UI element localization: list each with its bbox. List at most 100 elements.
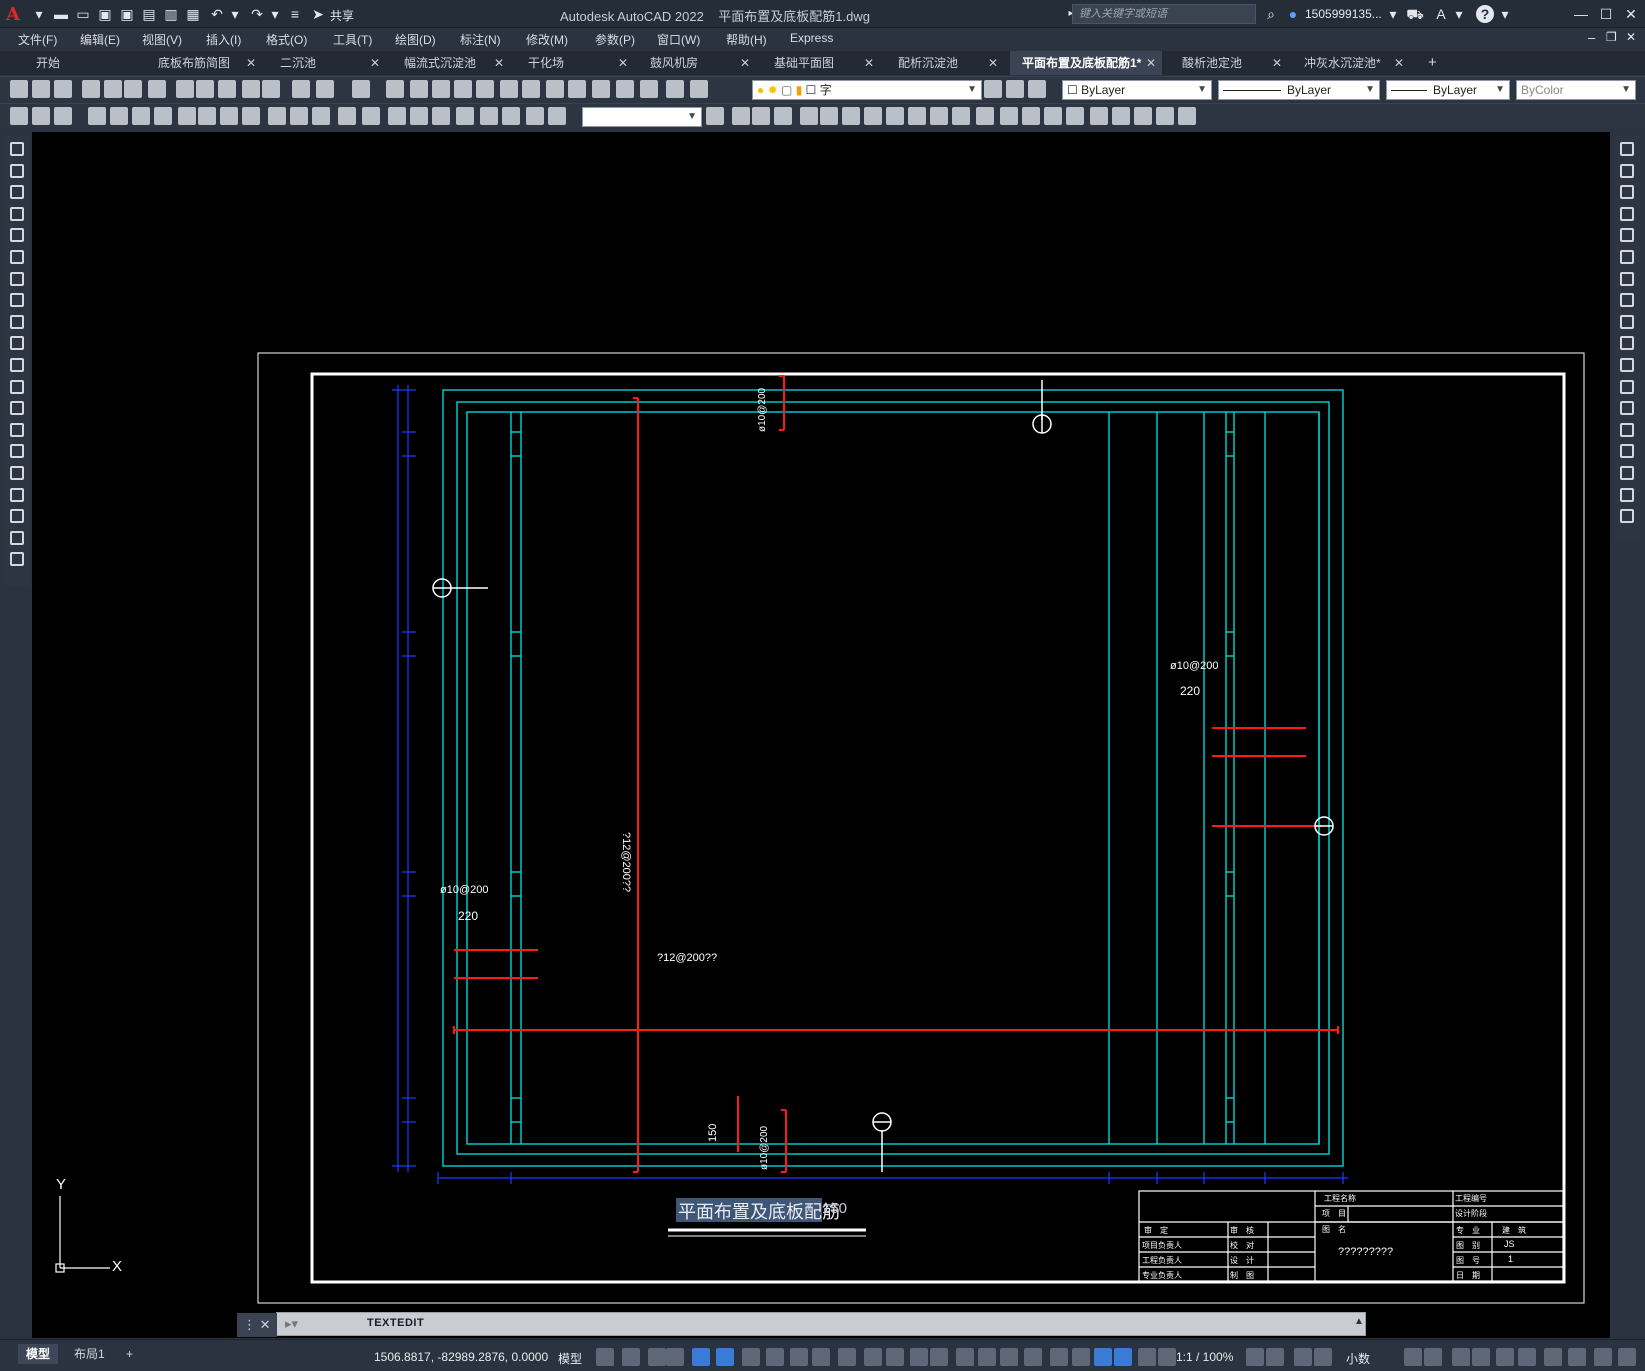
open-web-icon[interactable]: ▤ xyxy=(140,5,158,23)
menu-view[interactable]: 视图(V) xyxy=(142,31,182,48)
status-toggle-icon[interactable] xyxy=(812,1348,830,1366)
search-icon[interactable]: ⌕ xyxy=(1262,5,1280,23)
modify-tool-icon[interactable] xyxy=(908,107,926,125)
command-line-grip[interactable]: ⋮ ✕ ✎ xyxy=(237,1313,277,1356)
modify-tool-icon[interactable] xyxy=(930,107,948,125)
dimension-tool-icon[interactable] xyxy=(502,107,520,125)
modify-tool-icon[interactable] xyxy=(1620,401,1634,416)
share-button[interactable]: 共享 xyxy=(330,7,354,24)
save-as-icon[interactable]: ▣ xyxy=(118,5,136,23)
status-toggle-icon[interactable] xyxy=(1404,1348,1422,1366)
drawing-title[interactable]: 平面布置及底板配筋 xyxy=(678,1198,840,1224)
status-toggle-icon[interactable] xyxy=(930,1348,948,1366)
tab-document[interactable]: 幅流式沉淀池 ✕ xyxy=(392,51,510,75)
standard-tool-icon[interactable] xyxy=(32,80,50,98)
status-toggle-icon[interactable] xyxy=(1114,1348,1132,1366)
tab-close-icon[interactable]: ✕ xyxy=(246,51,256,75)
modify-tool-icon[interactable] xyxy=(864,107,882,125)
standard-tool-icon[interactable] xyxy=(666,80,684,98)
menu-insert[interactable]: 插入(I) xyxy=(206,31,241,48)
modify-tool-icon[interactable] xyxy=(1620,336,1634,351)
dimension-tool-icon[interactable] xyxy=(110,107,128,125)
modify-tool-icon[interactable] xyxy=(732,107,750,125)
doc-restore-icon[interactable]: ❐ xyxy=(1606,30,1617,44)
search-input[interactable]: 键入关键字或短语 xyxy=(1072,4,1256,24)
standard-tool-icon[interactable] xyxy=(500,80,518,98)
status-toggle-icon[interactable] xyxy=(1072,1348,1090,1366)
tab-close-icon[interactable]: ✕ xyxy=(988,51,998,75)
standard-tool-icon[interactable] xyxy=(410,80,428,98)
command-line[interactable]: ⋮ ✕ ✎ ▸▾ TEXTEDIT xyxy=(237,1312,1366,1356)
menu-modify[interactable]: 修改(M) xyxy=(526,31,568,48)
draw-tool-icon[interactable] xyxy=(10,487,24,502)
tab-close-icon[interactable]: ✕ xyxy=(1394,51,1404,75)
draw-tool-icon[interactable] xyxy=(10,250,24,264)
modify-tool-icon[interactable] xyxy=(1620,422,1634,437)
status-toggle-icon[interactable] xyxy=(1294,1348,1312,1366)
standard-tool-icon[interactable] xyxy=(546,80,564,98)
standard-tool-icon[interactable] xyxy=(218,80,236,98)
status-toggle-icon[interactable] xyxy=(1050,1348,1068,1366)
modify-tool-icon[interactable] xyxy=(1156,107,1174,125)
draw-tool-icon[interactable] xyxy=(10,142,24,156)
maximize-icon[interactable]: ☐ xyxy=(1593,4,1619,24)
dimension-tool-icon[interactable] xyxy=(132,107,150,125)
status-toggle-icon[interactable] xyxy=(978,1348,996,1366)
layer-dropdown[interactable]: ● ✹ ▢ ▮ ☐ 字 ▼ xyxy=(752,80,982,100)
menu-parametric[interactable]: 参数(P) xyxy=(595,31,635,48)
status-toggle-icon[interactable] xyxy=(1158,1348,1176,1366)
status-toggle-icon[interactable] xyxy=(692,1348,710,1366)
standard-tool-icon[interactable] xyxy=(10,80,28,98)
draw-tool-icon[interactable] xyxy=(10,206,24,221)
modify-tool-icon[interactable] xyxy=(752,107,770,125)
modify-tool-icon[interactable] xyxy=(1620,228,1634,243)
minimize-icon[interactable]: — xyxy=(1568,4,1594,24)
standard-tool-icon[interactable] xyxy=(616,80,634,98)
layer-tool-icon[interactable] xyxy=(1006,80,1024,98)
modify-tool-icon[interactable] xyxy=(1620,466,1634,480)
lineweight-dropdown[interactable]: ByLayer ▼ xyxy=(1386,80,1510,100)
doc-minimize-icon[interactable]: – xyxy=(1588,30,1595,45)
standard-tool-icon[interactable] xyxy=(262,80,280,98)
share-icon[interactable]: ➤ xyxy=(308,5,328,23)
draw-tool-icon[interactable] xyxy=(10,552,24,567)
user-icon[interactable]: ● xyxy=(1284,5,1302,23)
close-icon[interactable]: ✕ xyxy=(1618,4,1644,24)
draw-tool-icon[interactable] xyxy=(10,379,24,394)
status-toggle-icon[interactable] xyxy=(648,1348,666,1366)
standard-tool-icon[interactable] xyxy=(124,80,142,98)
draw-tool-icon[interactable] xyxy=(10,163,24,178)
tab-document[interactable]: 二沉池 ✕ xyxy=(268,51,386,75)
standard-tool-icon[interactable] xyxy=(386,80,404,98)
tab-document[interactable]: 冲灰水沉淀池* ✕ xyxy=(1292,51,1410,75)
help-dropdown-icon[interactable]: ▾ xyxy=(1496,5,1514,23)
standard-tool-icon[interactable] xyxy=(568,80,586,98)
standard-tool-icon[interactable] xyxy=(352,80,370,98)
layer-tool-icon[interactable] xyxy=(1028,80,1046,98)
modify-tool-icon[interactable] xyxy=(1090,107,1108,125)
modify-tool-icon[interactable] xyxy=(1066,107,1084,125)
doc-close-icon[interactable]: ✕ xyxy=(1626,30,1636,44)
standard-tool-icon[interactable] xyxy=(242,80,260,98)
status-toggle-icon[interactable] xyxy=(838,1348,856,1366)
modify-tool-icon[interactable] xyxy=(1112,107,1130,125)
modify-tool-icon[interactable] xyxy=(842,107,860,125)
modify-tool-icon[interactable] xyxy=(1620,293,1634,308)
menu-format[interactable]: 格式(O) xyxy=(266,31,307,48)
status-toggle-icon[interactable] xyxy=(1246,1348,1264,1366)
dimension-tool-icon[interactable] xyxy=(178,107,196,125)
standard-tool-icon[interactable] xyxy=(316,80,334,98)
draw-tool-icon[interactable] xyxy=(10,314,24,329)
customize-quick-access-icon[interactable]: ≡ xyxy=(286,5,304,23)
dimension-tool-icon[interactable] xyxy=(312,107,330,125)
status-toggle-icon[interactable] xyxy=(1544,1348,1562,1366)
standard-tool-icon[interactable] xyxy=(476,80,494,98)
status-toggle-icon[interactable] xyxy=(1314,1348,1332,1366)
layer-tool-icon[interactable] xyxy=(984,80,1002,98)
help-icon[interactable]: ? xyxy=(1476,5,1494,23)
status-toggle-icon[interactable] xyxy=(1518,1348,1536,1366)
tab-close-icon[interactable]: ✕ xyxy=(370,51,380,75)
dimension-tool-icon[interactable] xyxy=(338,107,356,125)
tab-document[interactable]: 底板布筋简图 ✕ xyxy=(146,51,262,75)
modify-tool-icon[interactable] xyxy=(1620,487,1634,502)
